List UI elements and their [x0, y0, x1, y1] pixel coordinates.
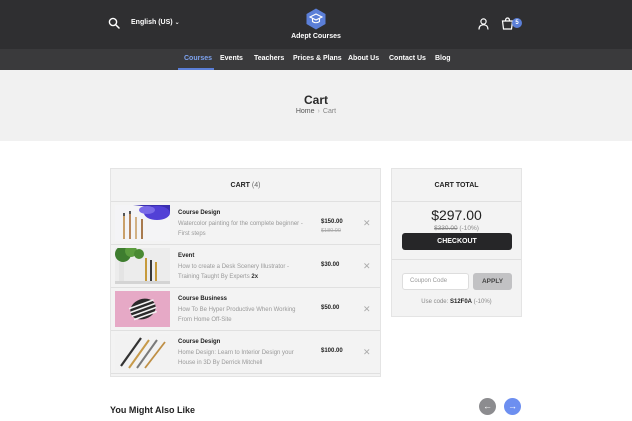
- total-old-amount: $330.00: [434, 225, 458, 232]
- cart-item: Course Design Watercolor painting for th…: [111, 202, 380, 245]
- breadcrumb-separator-icon: ›: [317, 108, 320, 115]
- cart-panel: CART (4) Course Design Watercolor painti…: [110, 168, 381, 377]
- item-title[interactable]: Home Design: Learn to Interior Design yo…: [178, 349, 311, 368]
- item-title[interactable]: Watercolor painting for the complete beg…: [178, 220, 311, 239]
- item-category: Course Design: [178, 210, 221, 216]
- item-quantity: 2x: [251, 273, 259, 280]
- item-category: Event: [178, 253, 195, 259]
- cart-item: Event How to create a Desk Scenery Illus…: [111, 245, 380, 288]
- language-selector[interactable]: English (US) ⌄: [131, 19, 180, 26]
- coupon-hint-prefix: Use code:: [421, 299, 449, 305]
- remove-item-icon[interactable]: ✕: [363, 261, 371, 272]
- cart-title: CART: [230, 182, 250, 189]
- item-price: $100.00: [321, 348, 343, 354]
- cart-item: Course Design Home Design: Learn to Inte…: [111, 331, 380, 374]
- arrow-right-icon[interactable]: →: [504, 398, 521, 415]
- breadcrumb-home[interactable]: Home: [296, 108, 315, 115]
- cart-item: Course Business How To Be Hyper Producti…: [111, 288, 380, 331]
- language-label: English (US): [131, 19, 173, 26]
- cart-total-heading: CART TOTAL: [392, 169, 521, 202]
- item-old-price: $180.00: [321, 228, 341, 234]
- nav-teachers[interactable]: Teachers: [254, 55, 284, 62]
- remove-item-icon[interactable]: ✕: [363, 347, 371, 358]
- item-category: Course Design: [178, 339, 221, 345]
- brand-name[interactable]: Adept Courses: [276, 33, 356, 40]
- breadcrumb-current: Cart: [322, 108, 337, 115]
- nav-blog[interactable]: Blog: [435, 55, 451, 62]
- remove-item-icon[interactable]: ✕: [363, 304, 371, 315]
- coupon-hint: Use code: S12F0A (-10%): [392, 299, 521, 305]
- item-price: $150.00: [321, 219, 343, 225]
- apply-coupon-button[interactable]: APPLY: [473, 273, 512, 290]
- nav-about-us[interactable]: About Us: [348, 55, 379, 62]
- top-header: English (US) ⌄ Adept Courses 5: [0, 0, 632, 49]
- coupon-input[interactable]: Coupon Code: [402, 273, 469, 290]
- nav-prices-plans[interactable]: Prices & Plans: [293, 55, 342, 62]
- coupon-code: S12F0A: [449, 299, 472, 305]
- cart-item-count: (4): [251, 182, 261, 189]
- course-thumbnail[interactable]: [115, 334, 170, 370]
- main-nav: Courses Events Teachers Prices & Plans A…: [0, 49, 632, 70]
- related-heading: You Might Also Like: [110, 405, 195, 415]
- cart-total-panel: CART TOTAL $297.00 $330.00 (-10%) CHECKO…: [391, 168, 522, 317]
- cart-count-badge: 5: [512, 18, 522, 28]
- coupon-hint-discount: (-10%): [473, 299, 492, 305]
- item-title-block[interactable]: How to create a Desk Scenery Illustrator…: [178, 263, 311, 282]
- total-amount: $297.00: [431, 207, 482, 223]
- checkout-button[interactable]: CHECKOUT: [402, 233, 512, 250]
- chevron-down-icon: ⌄: [174, 20, 180, 26]
- search-icon[interactable]: [108, 17, 120, 29]
- logo-icon[interactable]: [306, 8, 326, 30]
- nav-courses[interactable]: Courses: [184, 55, 212, 62]
- divider: [392, 259, 521, 260]
- page-title: Cart: [303, 93, 328, 107]
- item-price: $30.00: [321, 262, 340, 268]
- course-thumbnail[interactable]: [115, 291, 170, 327]
- course-thumbnail[interactable]: [115, 248, 170, 284]
- nav-events[interactable]: Events: [220, 55, 243, 62]
- total-original: $330.00 (-10%): [392, 225, 521, 232]
- user-icon[interactable]: [478, 18, 489, 30]
- item-title[interactable]: How To Be Hyper Productive When Working …: [178, 306, 311, 325]
- cart-heading: CART (4): [111, 169, 380, 202]
- total-discount: (-10%): [459, 225, 479, 232]
- breadcrumb: Home › Cart: [0, 108, 632, 115]
- item-category: Course Business: [178, 296, 228, 302]
- nav-contact-us[interactable]: Contact Us: [389, 55, 426, 62]
- course-thumbnail[interactable]: [115, 205, 170, 241]
- arrow-left-icon[interactable]: ←: [479, 398, 496, 415]
- item-price: $50.00: [321, 305, 340, 311]
- remove-item-icon[interactable]: ✕: [363, 218, 371, 229]
- item-title: How to create a Desk Scenery Illustrator…: [178, 264, 290, 280]
